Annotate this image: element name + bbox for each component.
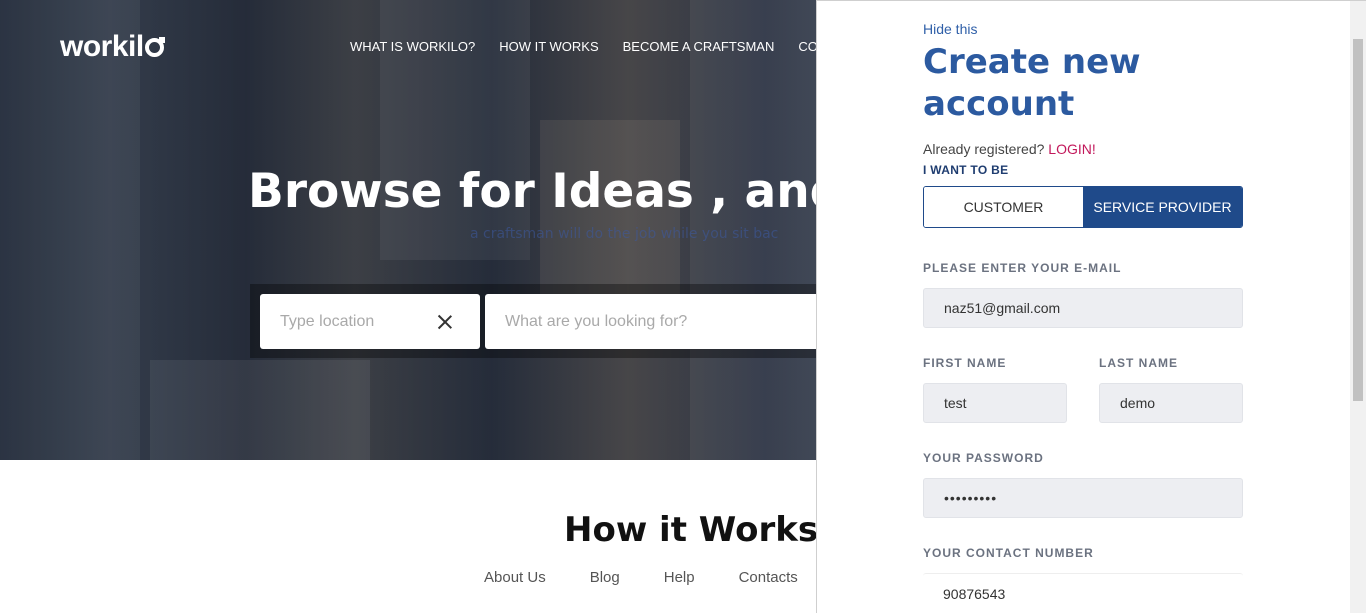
hero-subtitle: a craftsman will do the job while you si… [470,226,779,242]
last-name-label: LAST NAME [1099,356,1178,370]
logo-o-icon [144,37,165,57]
role-customer-button[interactable]: CUSTOMER [924,187,1083,227]
already-registered-text: Already registered? [923,141,1045,157]
signup-panel: Hide this Create new account Already reg… [816,0,1366,613]
panel-scrollbar[interactable] [1350,1,1366,613]
role-provider-button[interactable]: SERVICE PROVIDER [1083,187,1242,227]
search-input[interactable]: What are you looking for? [485,294,845,349]
footer-link-contacts[interactable]: Contacts [739,569,798,586]
footer-links: About Us Blog Help Contacts [484,569,798,586]
signup-title-line1: Create new [923,42,1141,82]
location-input[interactable]: Type location [260,294,480,349]
workilo-logo[interactable]: workil [60,30,165,64]
first-name-field[interactable] [923,383,1067,423]
how-it-works-heading: How it Works [564,510,819,550]
signup-title-line2: account [923,84,1075,124]
already-registered: Already registered? LOGIN! [923,141,1096,157]
scrollbar-thumb[interactable] [1353,39,1363,401]
email-field[interactable] [923,288,1243,328]
nav-become-craftsman[interactable]: BECOME A CRAFTSMAN [623,39,775,54]
clear-location-icon[interactable] [438,314,452,328]
first-name-label: FIRST NAME [923,356,1007,370]
last-name-field[interactable] [1099,383,1243,423]
email-label: PLEASE ENTER YOUR E-MAIL [923,261,1122,275]
footer-link-help[interactable]: Help [664,569,695,586]
logo-text: workil [60,30,144,63]
search-placeholder: What are you looking for? [505,312,688,330]
hero-bg-tile [150,360,370,460]
contact-label: YOUR CONTACT NUMBER [923,546,1094,560]
hide-panel-link[interactable]: Hide this [923,21,977,37]
hero-title: Browse for Ideas , and B [248,164,896,219]
nav-how-it-works[interactable]: HOW IT WORKS [499,39,598,54]
role-label: I WANT TO BE [923,163,1009,177]
role-toggle: CUSTOMER SERVICE PROVIDER [923,186,1243,228]
footer-link-blog[interactable]: Blog [590,569,620,586]
login-link[interactable]: LOGIN! [1048,141,1095,157]
nav-what-is-workilo[interactable]: WHAT IS WORKILO? [350,39,475,54]
contact-number-field[interactable] [923,573,1243,613]
password-field[interactable] [923,478,1243,518]
signup-title: Create new account [923,41,1223,125]
footer-link-about[interactable]: About Us [484,569,546,586]
hero-bg-tile [0,0,140,460]
password-label: YOUR PASSWORD [923,451,1044,465]
location-placeholder: Type location [280,312,375,330]
main-nav: WHAT IS WORKILO? HOW IT WORKS BECOME A C… [350,39,840,54]
